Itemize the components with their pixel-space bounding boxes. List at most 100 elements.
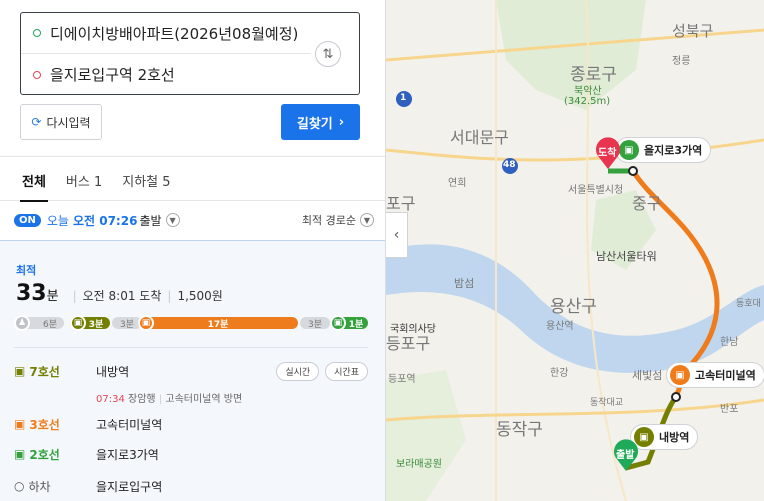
walk-segment-3: 3분 bbox=[300, 317, 330, 330]
poi-label: 용산역 bbox=[546, 321, 574, 332]
origin-dot-icon bbox=[33, 29, 41, 37]
park-area bbox=[386, 370, 466, 501]
destination-field[interactable]: 을지로입구역 2호선 bbox=[21, 54, 311, 95]
highway-label: 1 bbox=[400, 93, 407, 103]
refresh-icon: ⟳ bbox=[31, 115, 42, 129]
segment-label: 1분 bbox=[348, 319, 364, 330]
district-label: 용산구 bbox=[550, 297, 597, 317]
segment-label: 6분 bbox=[42, 319, 57, 330]
poi-label: 서울특별시청 bbox=[568, 185, 624, 196]
origin-field[interactable]: 디에이치방배아파트(2026년08월예정) bbox=[21, 13, 311, 54]
subway-line7-icon: ▣ bbox=[70, 315, 86, 331]
poi-label: 반포 bbox=[720, 404, 739, 415]
origin-text: 디에이치방배아파트(2026년08월예정) bbox=[50, 24, 299, 43]
train-heading: 고속터미널역 방면 bbox=[165, 394, 243, 405]
segment-label: 3분 bbox=[88, 319, 104, 330]
poi-label: 보라매공원 bbox=[396, 459, 442, 470]
step-line-label: ▣ 3호선 bbox=[14, 416, 96, 433]
station-callout-euljiro3[interactable]: ▣ 을지로3가역 bbox=[615, 137, 712, 163]
line-name: 7호선 bbox=[29, 364, 60, 379]
callout-label: 을지로3가역 bbox=[644, 144, 703, 157]
station-callout-express-terminal[interactable]: ▣ 고속터미널역 bbox=[666, 362, 764, 388]
route-result-card[interactable]: 최적 33 분 | 오전 8:01 도착 | 1,500원 6분 ♟ 3분 ▣ … bbox=[0, 240, 385, 501]
step-station: 고속터미널역 bbox=[96, 417, 163, 432]
reset-label: 다시입력 bbox=[46, 115, 91, 130]
arrival-pin-icon[interactable]: 도착 bbox=[594, 136, 622, 170]
train-info: 07:34 장암행 | 고속터미널역 방면 bbox=[96, 390, 242, 405]
callout-label: 내방역 bbox=[659, 431, 690, 444]
step-alight: ○ 하차 을지로입구역 bbox=[14, 476, 368, 496]
sort-dropdown[interactable]: 최적 경로순 ▼ bbox=[302, 212, 374, 228]
highway-label: 48 bbox=[503, 160, 516, 170]
segment-label: 3분 bbox=[119, 319, 134, 330]
park-area bbox=[496, 0, 646, 110]
timetable-button[interactable]: 시간표 bbox=[325, 361, 368, 381]
realtime-button[interactable]: 실시간 bbox=[276, 361, 320, 381]
subway-icon: ▣ bbox=[14, 364, 26, 378]
line-name: 2호선 bbox=[29, 447, 60, 462]
poi-label: 북악산 bbox=[574, 86, 602, 97]
poi-label: 한남 bbox=[720, 337, 739, 348]
poi-label: 밤섬 bbox=[454, 277, 475, 290]
depart-label: 출발 bbox=[139, 213, 162, 228]
departure-time[interactable]: 오전 07:26 bbox=[73, 212, 137, 229]
fare: 1,500원 bbox=[177, 289, 223, 303]
tab-all[interactable]: 전체 bbox=[12, 167, 56, 202]
district-label: 중구 bbox=[632, 194, 662, 213]
subway-icon: ▣ bbox=[14, 417, 26, 431]
district-label: 포구 bbox=[386, 194, 416, 213]
chevron-left-icon: ‹ bbox=[393, 227, 400, 243]
subway-line2-icon: ▣ bbox=[330, 315, 346, 331]
collapse-panel-button[interactable]: ‹ bbox=[386, 212, 408, 258]
step-station: 을지로3가역 bbox=[96, 447, 159, 462]
directions-panel: 디에이치방배아파트(2026년08월예정) 을지로입구역 2호선 ⇅ ⟳ 다시입… bbox=[0, 0, 386, 501]
callout-label: 고속터미널역 bbox=[695, 369, 756, 382]
tab-subway[interactable]: 지하철 5 bbox=[112, 167, 180, 201]
sort-chevron-down-icon: ▼ bbox=[360, 213, 374, 227]
district-label: 등포구 bbox=[386, 334, 431, 353]
step-line-label: ○ 하차 bbox=[14, 478, 96, 495]
step-line7: ▣ 7호선 내방역 실시간 시간표 bbox=[14, 361, 368, 381]
step-line2: ▣ 2호선 을지로3가역 bbox=[14, 444, 368, 464]
poi-label: 한강 bbox=[550, 368, 569, 379]
poi-label: 정릉 bbox=[672, 56, 691, 67]
destination-text: 을지로입구역 2호선 bbox=[50, 66, 175, 84]
district-label: 서대문구 bbox=[450, 128, 509, 147]
step-station: 내방역 bbox=[96, 364, 130, 379]
station-callout-naebang[interactable]: ▣ 내방역 bbox=[630, 424, 699, 450]
find-route-button[interactable]: 길찾기 › bbox=[281, 104, 360, 140]
subway-icon: ▣ bbox=[14, 447, 26, 461]
tab-bus[interactable]: 버스 1 bbox=[56, 167, 112, 201]
line3-segment: 17분 bbox=[138, 317, 298, 330]
sort-label: 최적 경로순 bbox=[301, 214, 356, 227]
separator: | bbox=[72, 289, 77, 303]
route-summary: 33 분 | 오전 8:01 도착 | 1,500원 bbox=[16, 281, 223, 306]
district-label: 동작구 bbox=[496, 420, 543, 440]
transfer-point bbox=[628, 166, 638, 176]
chevron-down-icon[interactable]: ▼ bbox=[165, 213, 180, 227]
on-toggle[interactable]: ON bbox=[14, 213, 41, 227]
poi-label: 남산서울타워 bbox=[596, 250, 657, 263]
step-line-label: ▣ 7호선 bbox=[14, 363, 96, 380]
departure-time-row: ON 오늘 오전 07:26 출발 ▼ 최적 경로순 ▼ bbox=[14, 210, 374, 230]
divider bbox=[0, 156, 385, 157]
train-time: 07:34 bbox=[96, 394, 125, 405]
swap-icon[interactable]: ⇅ bbox=[315, 41, 341, 67]
train-direction: 장암행 bbox=[128, 394, 156, 405]
separator: | bbox=[167, 289, 172, 303]
subway-line2-icon: ▣ bbox=[619, 140, 639, 160]
duration-value: 33 bbox=[16, 281, 47, 306]
departure-pin-icon[interactable]: 출발 bbox=[612, 438, 640, 472]
separator: | bbox=[158, 394, 163, 405]
transfer-point bbox=[671, 392, 681, 402]
district-label: 성북구 bbox=[672, 22, 714, 40]
line-name: 3호선 bbox=[29, 417, 60, 432]
reset-button[interactable]: ⟳ 다시입력 bbox=[20, 104, 102, 140]
destination-dot-icon bbox=[33, 70, 41, 79]
step-station: 을지로입구역 bbox=[96, 479, 163, 494]
transport-tabs: 전체 버스 1 지하철 5 bbox=[0, 167, 385, 202]
step-line-label: ▣ 2호선 bbox=[14, 446, 96, 463]
map-view[interactable]: 1 48 성북구 종로구 북악산 (342.5m) 정릉 서대문구 연희 중구 … bbox=[386, 0, 764, 501]
line-name: 하차 bbox=[28, 479, 51, 494]
walk-icon: ♟ bbox=[14, 315, 30, 331]
